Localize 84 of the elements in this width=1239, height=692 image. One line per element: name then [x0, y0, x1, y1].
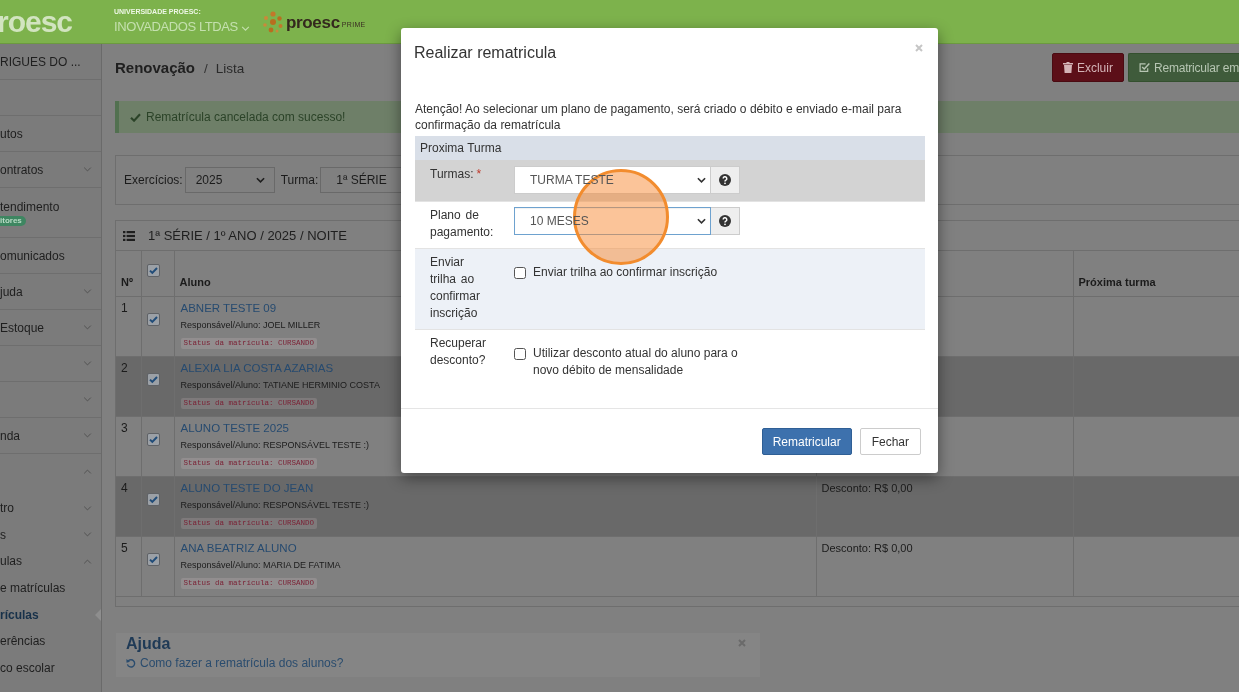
- sidebar-subitem[interactable]: erências: [0, 627, 101, 655]
- check-icon: [130, 112, 141, 122]
- help-title: Ajuda: [126, 633, 171, 654]
- discount-text: Desconto: R$ 0,00: [821, 541, 913, 554]
- sidebar-item[interactable]: tro: [0, 495, 101, 522]
- reenroll-button[interactable]: Rematricular em: [1127, 53, 1239, 82]
- pointer-triangle-icon: [95, 608, 101, 621]
- section-header: Proxima Turma: [415, 136, 925, 160]
- help-icon: [719, 215, 731, 227]
- row-number: 2: [121, 360, 128, 375]
- checkbox[interactable]: [146, 264, 160, 277]
- select-field[interactable]: 2025: [184, 167, 275, 193]
- close-icon: [915, 44, 923, 52]
- sidebar-item[interactable]: juda: [0, 274, 101, 310]
- filter-label: Exercícios:: [124, 173, 183, 187]
- check-square-icon: [1138, 62, 1150, 73]
- user-name[interactable]: RIGUES DO ...: [0, 54, 81, 69]
- discount-text: Desconto: R$ 0,00: [821, 481, 913, 494]
- sidebar-item[interactable]: omunicados: [0, 238, 101, 274]
- column-header: Nº: [121, 275, 133, 288]
- help-link[interactable]: Como fazer a rematrícula dos alunos?: [140, 654, 344, 671]
- sidebar-subitem[interactable]: rículas: [0, 601, 101, 628]
- column-header: Próxima turma: [1078, 275, 1156, 288]
- checkbox-label[interactable]: Utilizar desconto atual do aluno para o novo débito de mensalidade: [533, 345, 740, 379]
- sidebar-item[interactable]: nda: [0, 418, 101, 454]
- reenroll-submit-button[interactable]: Rematricular: [761, 428, 852, 455]
- row-number: 1: [121, 300, 128, 315]
- chevron-down-icon: [697, 218, 706, 224]
- checkbox[interactable]: [146, 552, 160, 566]
- breadcrumb-item[interactable]: Lista: [215, 61, 245, 76]
- checkbox[interactable]: [146, 492, 160, 506]
- chevron-down-icon: [240, 26, 250, 31]
- breadcrumb-separator: /: [204, 61, 208, 76]
- brand-name: proesc: [285, 13, 340, 33]
- field-label: Turmas:: [430, 167, 474, 181]
- column-header: Aluno: [179, 275, 211, 288]
- close-icon: [738, 638, 746, 647]
- guardian-text: Responsável/Aluno: MARIA DE FATIMA: [180, 559, 341, 571]
- field-label: Recuperar desconto?: [430, 336, 487, 367]
- sidebar-subitem[interactable]: co escolar: [0, 654, 101, 682]
- sidebar-item[interactable]: tendimento itores: [0, 188, 101, 238]
- checkbox[interactable]: [146, 312, 160, 326]
- alert-message: Rematrícula cancelada com sucesso!: [146, 110, 346, 124]
- close-dialog-button[interactable]: Fechar: [859, 428, 921, 455]
- checkbox[interactable]: [146, 432, 160, 446]
- table-title: 1ª SÉRIE / 1º ANO / 2025 / NOITE: [148, 228, 347, 243]
- checkbox[interactable]: [514, 348, 526, 360]
- help-icon: [719, 174, 731, 186]
- row-number: 5: [121, 540, 128, 555]
- page-title: Renovação: [115, 59, 196, 76]
- row-number: 3: [121, 420, 128, 435]
- list-icon: [123, 230, 135, 241]
- student-name-link[interactable]: ANA BEATRIZ ALUNO: [180, 540, 297, 556]
- row-number: 4: [121, 480, 128, 495]
- student-name-link[interactable]: ABNER TESTE 09: [180, 300, 277, 316]
- undo-icon: [126, 657, 136, 668]
- checkbox[interactable]: [146, 372, 160, 386]
- dialog-title: Realizar rematricula: [414, 43, 557, 63]
- sidebar-item[interactable]: utos: [0, 116, 101, 152]
- sidebar-subitem[interactable]: e matrículas: [0, 574, 101, 602]
- chevron-down-icon: [255, 177, 265, 183]
- field-label: Plano de pagamento:: [430, 208, 494, 239]
- menu-badge: itores: [0, 215, 26, 226]
- sidebar-item[interactable]: Estoque: [0, 310, 101, 346]
- help-button[interactable]: [711, 207, 740, 235]
- checkbox-label[interactable]: Enviar trilha ao confirmar inscrição: [533, 264, 718, 281]
- filter-label: Turma:: [280, 173, 319, 187]
- sidebar-item[interactable]: ontratos: [0, 152, 101, 188]
- trash-icon: [1062, 62, 1073, 73]
- help-button[interactable]: [711, 166, 740, 194]
- guardian-text: Responsável/Aluno: RESPONSÁVEL TESTE :): [180, 499, 370, 511]
- student-name-link[interactable]: ALUNO TESTE 2025: [180, 420, 289, 436]
- field-label: Enviar trilha ao confirmar inscrição: [430, 255, 480, 320]
- required-mark: *: [476, 167, 482, 181]
- sidebar-item[interactable]: ulas: [0, 548, 101, 575]
- sidebar-item[interactable]: s: [0, 521, 101, 549]
- guardian-text: Responsável/Aluno: TATIANE HERMINIO COSTA: [180, 379, 380, 391]
- chevron-down-icon: [697, 177, 706, 183]
- delete-button[interactable]: Excluir: [1051, 53, 1124, 82]
- guardian-text: Responsável/Aluno: RESPONSÁVEL TESTE :): [180, 439, 370, 451]
- checkbox[interactable]: [514, 267, 526, 279]
- notice-text: Atenção! Ao selecionar um plano de pagamento, será criado o débito e enviado e-mail para confirmação da rematrícula: [415, 101, 903, 133]
- guardian-text: Responsável/Aluno: JOEL MILLER: [180, 319, 321, 331]
- dots-logo-icon: [261, 11, 284, 33]
